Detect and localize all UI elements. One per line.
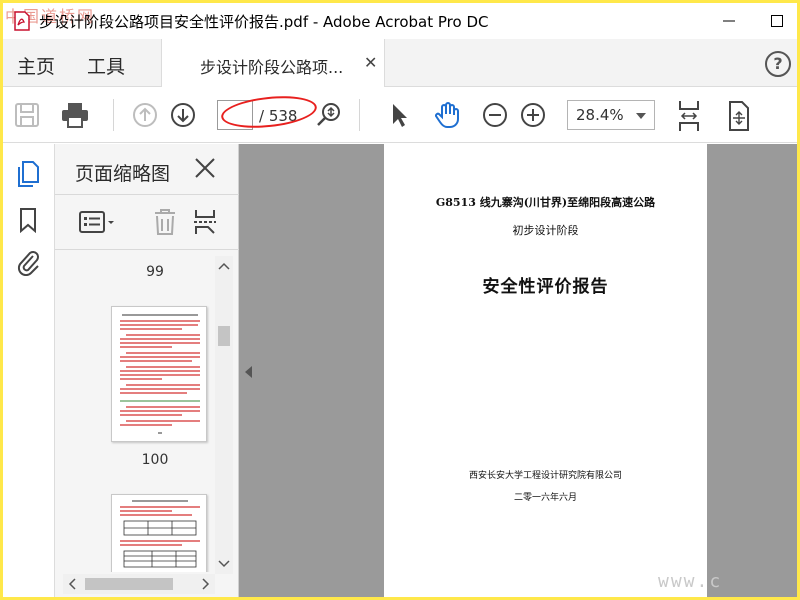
thumbnail-vertical-scrollbar[interactable] (215, 256, 233, 574)
document-heading-line2: 初步设计阶段 (512, 224, 579, 237)
panel-toolbar (55, 194, 239, 250)
watermark-url: www.c (658, 571, 723, 592)
close-tab-icon[interactable]: ✕ (364, 53, 377, 72)
pdf-page: G8513 线九寨沟(川甘界)至绵阳段高速公路 初步设计阶段 安全性评价报告 西… (384, 144, 707, 597)
page-thumbnail[interactable] (111, 494, 207, 572)
toolbar: / 538 28.4% (3, 87, 797, 143)
document-date: 二零一六年六月 (513, 493, 577, 503)
acrobat-icon (14, 11, 30, 31)
tab-document-label: 步设计阶段公路项... (200, 58, 344, 77)
insert-page-icon[interactable] (193, 208, 219, 240)
attachments-icon[interactable] (14, 248, 42, 276)
thumbnail-page-number: 100 (141, 452, 169, 468)
zoom-level-dropdown[interactable]: 28.4% (567, 100, 655, 130)
document-view[interactable]: G8513 线九寨沟(川甘界)至绵阳段高速公路 初步设计阶段 安全性评价报告 西… (239, 144, 797, 597)
select-cursor-icon[interactable] (385, 101, 413, 129)
thumbnail-options-icon[interactable] (79, 210, 117, 240)
hand-tool-icon[interactable] (433, 101, 461, 129)
scroll-up-icon[interactable] (215, 258, 233, 274)
tab-document[interactable]: 步设计阶段公路项... ✕ (161, 39, 385, 87)
scrollbar-thumb[interactable] (218, 326, 230, 346)
scroll-left-icon[interactable] (65, 574, 81, 594)
chevron-down-icon (636, 113, 646, 119)
page-thumbnail[interactable] (111, 306, 207, 442)
document-organization: 西安长安大学工程设计研究院有限公司 (468, 471, 622, 481)
next-page-icon[interactable] (169, 101, 197, 129)
zoom-out-icon[interactable] (481, 101, 509, 129)
toolbar-divider (359, 99, 360, 131)
page-thumbnails-icon[interactable] (14, 160, 42, 188)
thumbnails-panel: 页面缩略图 99 100 (55, 144, 239, 597)
delete-icon[interactable] (153, 208, 177, 240)
thumbnail-preview (120, 314, 200, 434)
tab-tools[interactable]: 工具 (87, 52, 125, 79)
scroll-right-icon[interactable] (197, 574, 213, 594)
minimize-icon (723, 20, 735, 22)
panel-title: 页面缩略图 (75, 163, 171, 185)
help-icon[interactable]: ? (765, 51, 791, 77)
zoom-in-icon[interactable] (519, 101, 547, 129)
print-icon[interactable] (61, 101, 89, 129)
fit-width-icon[interactable] (675, 99, 703, 133)
document-heading-line1: G8513 线九寨沟(川甘界)至绵阳段高速公路 (435, 196, 656, 209)
toolbar-divider (113, 99, 114, 131)
title-bar: 中国道桥网 步设计阶段公路项目安全性评价报告.pdf - Adobe Acrob… (3, 3, 797, 39)
tab-bar: 主页 工具 步设计阶段公路项... ✕ ? (3, 39, 797, 87)
maximize-icon (771, 15, 783, 27)
navigation-rail (3, 144, 55, 597)
tab-home[interactable]: 主页 (17, 52, 55, 79)
scrollbar-thumb[interactable] (85, 578, 173, 590)
save-icon[interactable] (13, 101, 41, 129)
scroll-down-icon[interactable] (215, 556, 233, 572)
window-title: 步设计阶段公路项目安全性评价报告.pdf - Adobe Acrobat Pro… (39, 13, 489, 31)
maximize-button[interactable] (757, 7, 797, 35)
close-icon[interactable] (193, 156, 217, 180)
thumbnail-preview (120, 500, 200, 568)
acrobat-window: 中国道桥网 步设计阶段公路项目安全性评价报告.pdf - Adobe Acrob… (3, 3, 797, 597)
document-title: 安全性评价报告 (482, 277, 609, 297)
thumbnail-horizontal-scrollbar[interactable] (63, 574, 215, 594)
rotate-view-icon[interactable] (725, 99, 753, 133)
previous-page-icon[interactable] (131, 101, 159, 129)
thumbnail-list: 99 100 (55, 250, 215, 572)
zoom-level-value: 28.4% (576, 106, 624, 124)
zoom-find-icon[interactable] (315, 101, 343, 129)
thumbnail-page-number: 99 (146, 264, 164, 280)
collapse-panel-icon[interactable] (245, 366, 252, 378)
minimize-button[interactable] (709, 7, 749, 35)
bookmarks-icon[interactable] (14, 206, 42, 234)
